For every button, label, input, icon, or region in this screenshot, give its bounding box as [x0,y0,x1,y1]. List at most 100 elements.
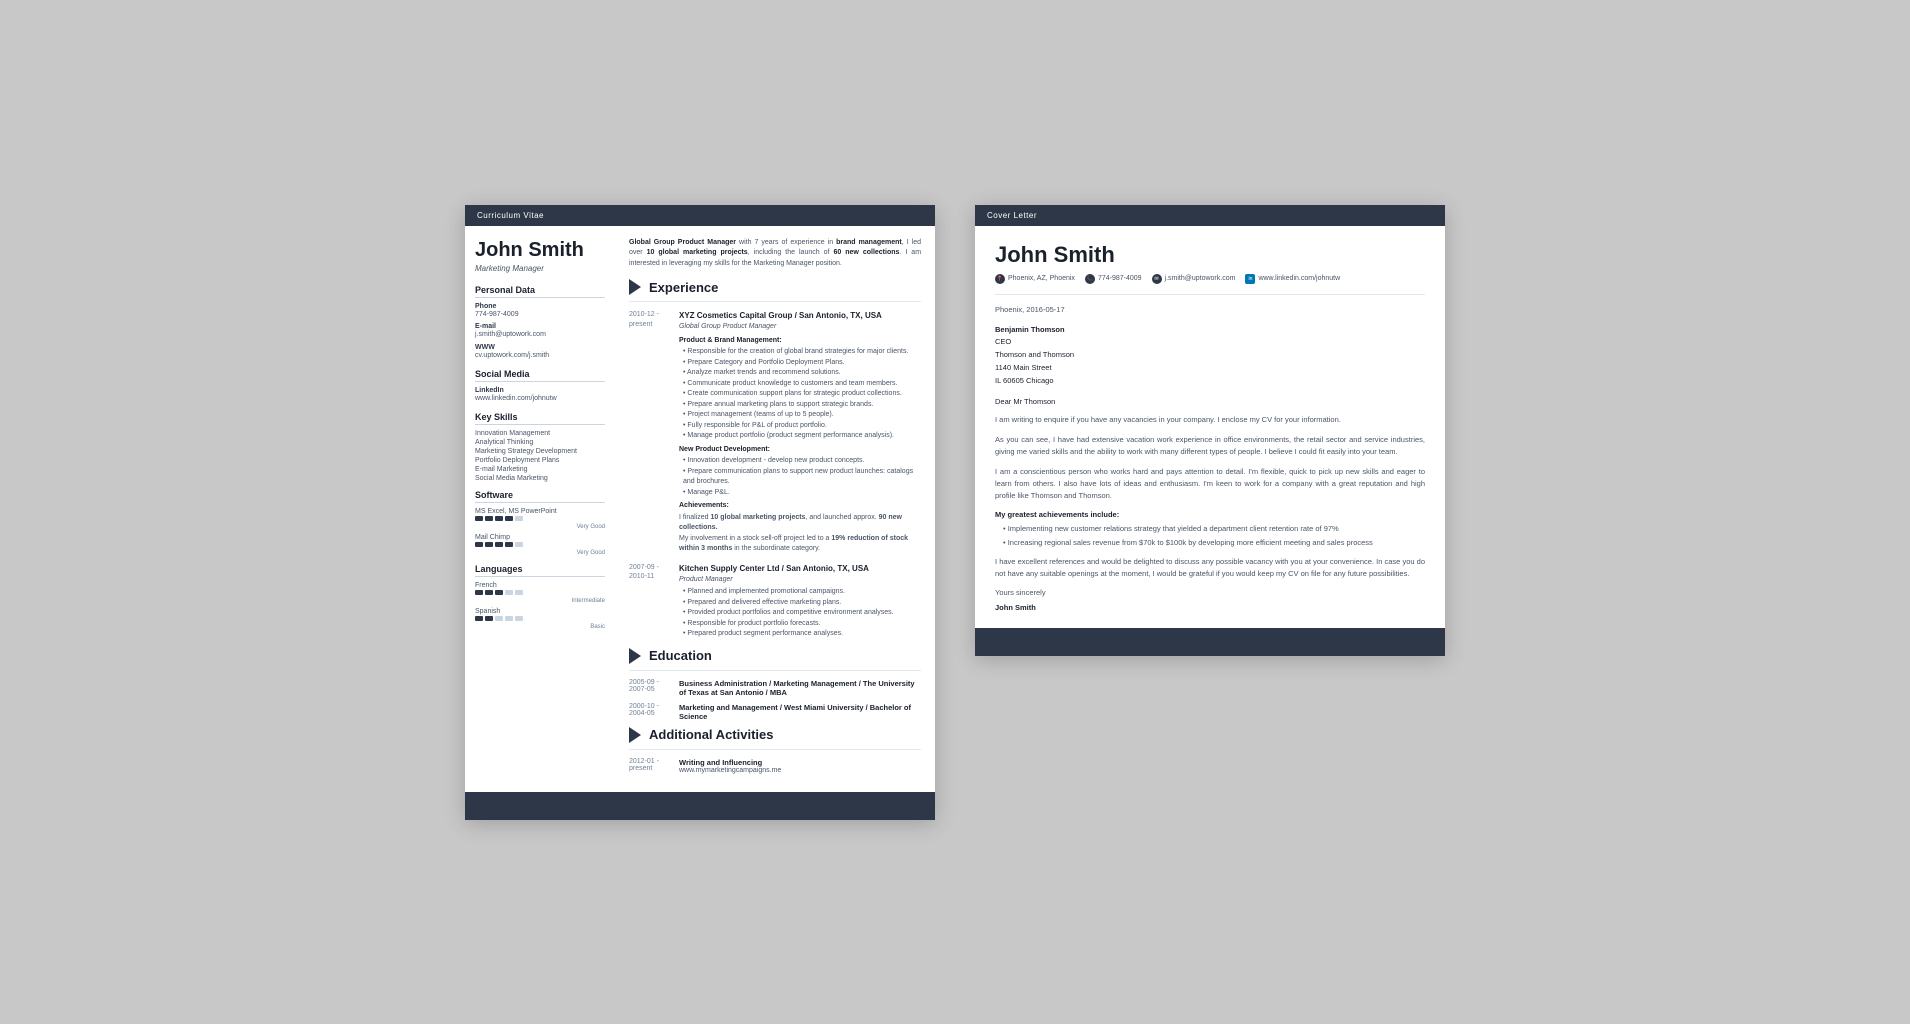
activities-title: Additional Activities [649,727,773,742]
email-label: E-mail [475,323,605,330]
cv-footer [465,792,935,820]
lang-1: French [475,582,605,589]
cl-linkedin-text: www.linkedin.com/johnutw [1258,275,1340,282]
cl-achievements-title: My greatest achievements include: [995,510,1425,519]
recipient-address: 1140 Main Street [995,363,1052,372]
exp-1-date: 2010-12 -present [629,310,679,555]
exp-2-b4: • Responsible for product portfolio fore… [679,619,921,630]
exp-2-date: 2007-09 -2010-11 [629,563,679,640]
exp-1-bullet-8: • Fully responsible for P&L of product p… [679,421,921,432]
social-media-title: Social Media [475,369,605,382]
exp-2-b1: • Planned and implemented promotional ca… [679,587,921,598]
cv-body: John Smith Marketing Manager Personal Da… [465,226,935,792]
education-header: Education [629,648,921,664]
phone-icon: 📞 [1085,274,1095,284]
cl-para-1: I am writing to enquire if you have any … [995,414,1425,426]
lang-2-rating [475,616,605,621]
cl-body: John Smith 📍 Phoenix, AZ, Phoenix 📞 774-… [975,226,1445,628]
skill-3: Marketing Strategy Development [475,448,605,455]
cv-job-title: Marketing Manager [475,264,605,273]
cl-header-label: Cover Letter [987,211,1037,220]
software-1-rating [475,516,605,521]
exp-1-achievements-label: Achievements: [679,501,921,512]
skill-2: Analytical Thinking [475,439,605,446]
www-value: cv.uptowork.com/j.smith [475,351,605,361]
cv-sidebar: John Smith Marketing Manager Personal Da… [465,226,615,792]
personal-data-title: Personal Data [475,285,605,298]
exp-2-content: Kitchen Supply Center Ltd / San Antonio,… [679,563,921,640]
linkedin-icon: in [1245,274,1255,284]
edu-2-content: Marketing and Management / West Miami Un… [679,703,921,721]
email-icon: ✉ [1152,274,1162,284]
activities-header: Additional Activities [629,727,921,743]
exp-1-bullet-5: • Create communication support plans for… [679,389,921,400]
exp-1-bullet-9: • Manage product portfolio (product segm… [679,431,921,442]
software-1: MS Excel, MS PowerPoint [475,508,605,515]
education-arrow [629,648,641,664]
languages-title: Languages [475,564,605,577]
cl-location: 📍 Phoenix, AZ, Phoenix [995,274,1075,284]
exp-1-new-label: New Product Development: [679,445,921,456]
exp-1-bullet-6: • Prepare annual marketing plans to supp… [679,400,921,411]
cl-linkedin: in www.linkedin.com/johnutw [1245,274,1340,284]
recipient-name: Benjamin Thomson [995,325,1065,334]
exp-1-new-2: • Prepare communication plans to support… [679,467,921,488]
cv-name: John Smith [475,238,605,262]
exp-2-position: Product Manager [679,575,921,586]
skill-6: Social Media Marketing [475,475,605,482]
documents-container: Curriculum Vitae John Smith Marketing Ma… [465,205,1445,820]
exp-1-achievements-text: I finalized 10 global marketing projects… [679,513,921,555]
exp-1-bullet-3: • Analyze market trends and recommend so… [679,368,921,379]
exp-2-b3: • Provided product portfolios and compet… [679,608,921,619]
cl-footer [975,628,1445,656]
cl-contact-row: 📍 Phoenix, AZ, Phoenix 📞 774-987-4009 ✉ … [995,274,1425,284]
email-value: j.smith@uptowork.com [475,330,605,340]
edu-2-date: 2000-10 -2004-05 [629,703,679,721]
act-1-title: Writing and Influencing [679,758,921,767]
cl-greeting: Dear Mr Thomson [995,397,1425,406]
exp-1-product-label: Product & Brand Management: [679,336,921,347]
cl-signature: John Smith [995,603,1425,612]
cl-valediction: Yours sincerely [995,588,1425,597]
experience-title: Experience [649,280,718,295]
exp-entry-1: 2010-12 -present XYZ Cosmetics Capital G… [629,310,921,555]
cl-email-text: j.smith@uptowork.com [1165,275,1236,282]
edu-2-school: Marketing and Management / West Miami Un… [679,703,921,721]
cl-phone-text: 774-987-4009 [1098,275,1142,282]
exp-1-bullet-7: • Project management (teams of up to 5 p… [679,410,921,421]
cv-summary: Global Group Product Manager with 7 year… [629,238,921,270]
cl-location-text: Phoenix, AZ, Phoenix [1008,275,1075,282]
phone-value: 774-987-4009 [475,310,605,320]
experience-arrow [629,279,641,295]
software-2-label: Very Good [475,550,605,556]
cv-header-bar: Curriculum Vitae [465,205,935,226]
www-label: WWW [475,344,605,351]
cv-document: Curriculum Vitae John Smith Marketing Ma… [465,205,935,820]
cl-name: John Smith [995,242,1425,268]
edu-1-date: 2005-09 -2007-05 [629,679,679,697]
cv-header-label: Curriculum Vitae [477,211,544,220]
lang-1-label: Intermediate [475,598,605,604]
cl-phone: 📞 774-987-4009 [1085,274,1142,284]
act-1-content: Writing and Influencing www.mymarketingc… [679,758,921,774]
cl-para-2: As you can see, I have had extensive vac… [995,434,1425,458]
exp-1-new-1: • Innovation development - develop new p… [679,456,921,467]
act-1-date: 2012-01 -present [629,758,679,774]
cl-para-4: I have excellent references and would be… [995,556,1425,580]
software-1-label: Very Good [475,524,605,530]
software-2-rating [475,542,605,547]
exp-2-company: Kitchen Supply Center Ltd / San Antonio,… [679,563,921,575]
exp-1-content: XYZ Cosmetics Capital Group / San Antoni… [679,310,921,555]
lang-1-rating [475,590,605,595]
exp-2-b5: • Prepared product segment performance a… [679,629,921,640]
activities-arrow [629,727,641,743]
recipient-company: Thomson and Thomson [995,350,1074,359]
act-entry-1: 2012-01 -present Writing and Influencing… [629,758,921,774]
cl-document: Cover Letter John Smith 📍 Phoenix, AZ, P… [975,205,1445,656]
edu-entry-1: 2005-09 -2007-05 Business Administration… [629,679,921,697]
exp-1-bullet-4: • Communicate product knowledge to custo… [679,379,921,390]
edu-1-school: Business Administration / Marketing Mana… [679,679,921,697]
education-title: Education [649,648,712,663]
exp-2-b2: • Prepared and delivered effective marke… [679,598,921,609]
edu-entry-2: 2000-10 -2004-05 Marketing and Managemen… [629,703,921,721]
